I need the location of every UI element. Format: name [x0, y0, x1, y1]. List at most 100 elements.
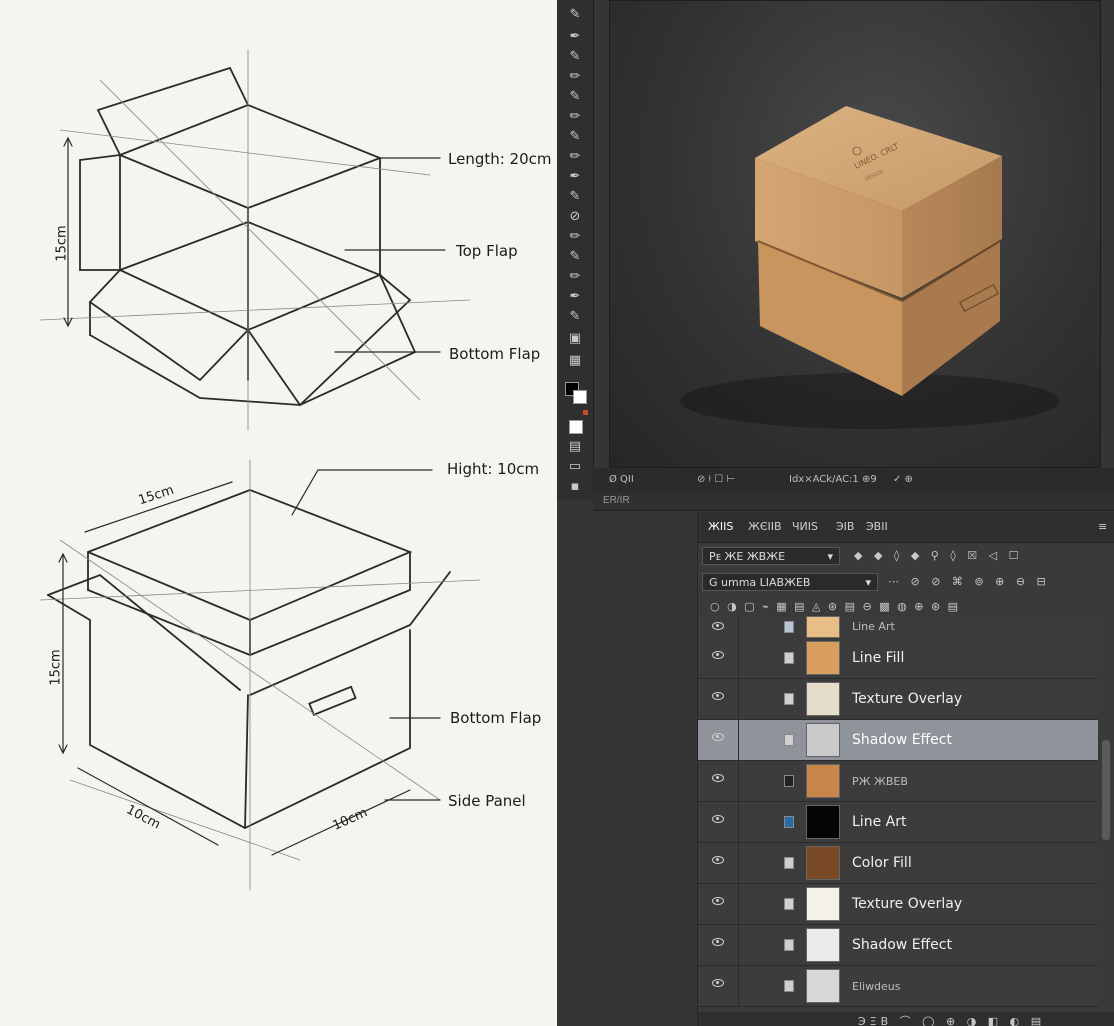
upper-box-sketch: [79, 66, 417, 407]
tab-properties[interactable]: ЭBII: [866, 520, 888, 533]
kind-filter-select[interactable]: Pᴇ ЖE ЖBЖE ▾: [702, 547, 840, 565]
chevron-down-icon: ▾: [865, 576, 871, 589]
eye-icon[interactable]: [712, 979, 724, 987]
tool-icon[interactable]: ▪: [563, 478, 587, 496]
tool-icon[interactable]: ▭: [563, 458, 587, 476]
layer-name: Texture Overlay: [852, 896, 963, 912]
tool-icon[interactable]: ✎: [563, 6, 587, 24]
lower-box-sketch: [47, 489, 451, 830]
tool-icon[interactable]: ✒: [563, 28, 587, 46]
tool-icon[interactable]: ✎: [563, 188, 587, 206]
layer-thumbnail: [806, 764, 840, 798]
info-text: ER/IR: [603, 495, 630, 506]
callout-top-flap: Top Flap: [456, 242, 518, 260]
layer-row[interactable]: Line Fill: [698, 638, 1098, 679]
tab-paths[interactable]: ЧИIS: [792, 520, 818, 533]
tools-panel: ✎ ✒ ✎ ✏ ✎ ✏ ✎ ✏ ✒ ✎ ⊘ ✏ ✎ ✏ ✒ ✎ ▣ ▦ ▤ ▭ …: [557, 0, 594, 500]
tool-icon[interactable]: ▤: [563, 438, 587, 456]
document-canvas[interactable]: LINEO. CRLT DESIGN: [609, 0, 1101, 468]
tool-icon[interactable]: ✎: [563, 48, 587, 66]
tool-icon[interactable]: ▦: [563, 352, 587, 370]
footer-icons[interactable]: ЭΞB ⌒ ◯ ⊕ ◑ ◧ ◐ ▤: [858, 1013, 1045, 1026]
callout-bottom-flap-lower: Bottom Flap: [450, 709, 542, 727]
callout-hight: Hight: 10cm: [447, 460, 540, 478]
tool-icon[interactable]: ✏: [563, 228, 587, 246]
tool-icon[interactable]: ✒: [563, 168, 587, 186]
tool-icon[interactable]: ✏: [563, 148, 587, 166]
accent-color-swatch[interactable]: [583, 410, 588, 415]
layer-name: Line Art: [852, 814, 907, 830]
eye-icon[interactable]: [712, 938, 724, 946]
panel-footer: ЭΞB ⌒ ◯ ⊕ ◑ ◧ ◐ ▤: [698, 1012, 1114, 1026]
layer-thumbnail: [806, 641, 840, 675]
eye-icon[interactable]: [712, 774, 724, 782]
layer-row[interactable]: Texture Overlay: [698, 884, 1098, 925]
lock-icons[interactable]: ○ ◑ ▢ ⌁ ▦ ▤ ◬ ⊛ ▤ ⊖ ▩ ◍ ⊕ ⊛ ▤: [710, 600, 960, 613]
layer-name: Line Fill: [852, 650, 905, 666]
layer-row[interactable]: PЖ ЖBEB: [698, 761, 1098, 802]
eye-icon[interactable]: [712, 622, 724, 630]
eye-icon[interactable]: [712, 897, 724, 905]
layer-row[interactable]: Line Art: [698, 616, 1098, 639]
panel-menu-icon[interactable]: ≡: [1098, 520, 1107, 533]
info-bar: ER/IR: [593, 492, 1114, 511]
layer-thumbnail: [806, 616, 840, 638]
layer-row[interactable]: Color Fill: [698, 843, 1098, 884]
layer-thumbnail: [806, 846, 840, 880]
layer-name: PЖ ЖBEB: [852, 775, 908, 788]
dim-upper-side: 15cm: [54, 225, 70, 262]
layers-scrollbar[interactable]: [1102, 740, 1110, 840]
callout-length: Length: 20cm: [448, 150, 552, 168]
panel-tabs: ЖIIS ЖЄIIB ЧИIS ЭIB ЭBII ≡: [698, 512, 1114, 543]
layer-mask-icon: [784, 898, 794, 910]
layer-name: Shadow Effect: [852, 732, 952, 748]
blend-icons[interactable]: ⋯ ⊘ ⊘ ⌘ ⊚ ⊕ ⊖ ⊟: [888, 575, 1050, 588]
eye-icon[interactable]: [712, 651, 724, 659]
layer-row[interactable]: Shadow Effect: [698, 925, 1098, 966]
tool-icon[interactable]: ⊘: [563, 208, 587, 226]
layer-thumbnail: [806, 928, 840, 962]
photo-editor-window: ✎ ✒ ✎ ✏ ✎ ✏ ✎ ✏ ✒ ✎ ⊘ ✏ ✎ ✏ ✒ ✎ ▣ ▦ ▤ ▭ …: [557, 0, 1114, 1026]
status-right: ✓ ⊕: [893, 474, 913, 485]
tool-icon[interactable]: ✏: [563, 68, 587, 86]
eye-icon[interactable]: [712, 856, 724, 864]
tool-icon[interactable]: ✎: [563, 88, 587, 106]
layer-mask-icon: [784, 734, 794, 746]
blend-mode-select[interactable]: G umma LIABЖEB ▾: [702, 573, 878, 591]
layer-row[interactable]: Line Art: [698, 802, 1098, 843]
filter-icons[interactable]: ◆ ◆ ◊ ◆ ⚲ ◊ ☒ ◁ ☐: [854, 549, 1022, 562]
layer-thumbnail: [806, 682, 840, 716]
layer-name: Color Fill: [852, 855, 912, 871]
tab-layers[interactable]: ЖIIS: [708, 520, 733, 533]
tool-icon[interactable]: ✒: [563, 288, 587, 306]
layer-row-selected[interactable]: Shadow Effect: [698, 720, 1098, 761]
tool-icon[interactable]: ✏: [563, 108, 587, 126]
layer-filter-row: Pᴇ ЖE ЖBЖE ▾ ◆ ◆ ◊ ◆ ⚲ ◊ ☒ ◁ ☐: [698, 546, 1114, 568]
layer-mask-icon: [784, 775, 794, 787]
tab-channels[interactable]: ЖЄIIB: [748, 520, 782, 533]
blend-mode-row: G umma LIABЖEB ▾ ⋯ ⊘ ⊘ ⌘ ⊚ ⊕ ⊖ ⊟: [698, 572, 1114, 594]
layer-mask-icon: [784, 939, 794, 951]
layer-mask-icon: [784, 693, 794, 705]
status-icons: ⊘ ⍿ ☐ ⊢: [697, 474, 736, 485]
tool-icon[interactable]: ✎: [563, 128, 587, 146]
layer-row[interactable]: Texture Overlay: [698, 679, 1098, 720]
layer-mask-icon: [784, 621, 794, 633]
tool-icon[interactable]: ✎: [563, 248, 587, 266]
background-color-swatch[interactable]: [573, 390, 587, 404]
tool-icon[interactable]: ✎: [563, 308, 587, 326]
eye-icon[interactable]: [712, 692, 724, 700]
eye-icon[interactable]: [712, 815, 724, 823]
layer-list: Line Art Line Fill Texture Overlay Shado…: [698, 616, 1098, 1012]
layer-mask-icon: [784, 980, 794, 992]
lock-row: ○ ◑ ▢ ⌁ ▦ ▤ ◬ ⊛ ▤ ⊖ ▩ ◍ ⊕ ⊛ ▤: [698, 598, 1114, 616]
eye-icon[interactable]: [712, 733, 724, 741]
layer-row[interactable]: Eliwdeus: [698, 966, 1098, 1007]
tool-icon[interactable]: ▣: [563, 330, 587, 348]
quick-mask-icon[interactable]: [569, 420, 583, 434]
layer-name: Texture Overlay: [852, 691, 963, 707]
dim-lower-side: 15cm: [48, 649, 64, 686]
layer-mask-icon: [784, 816, 794, 828]
tool-icon[interactable]: ✏: [563, 268, 587, 286]
tab-history[interactable]: ЭIB: [836, 520, 854, 533]
